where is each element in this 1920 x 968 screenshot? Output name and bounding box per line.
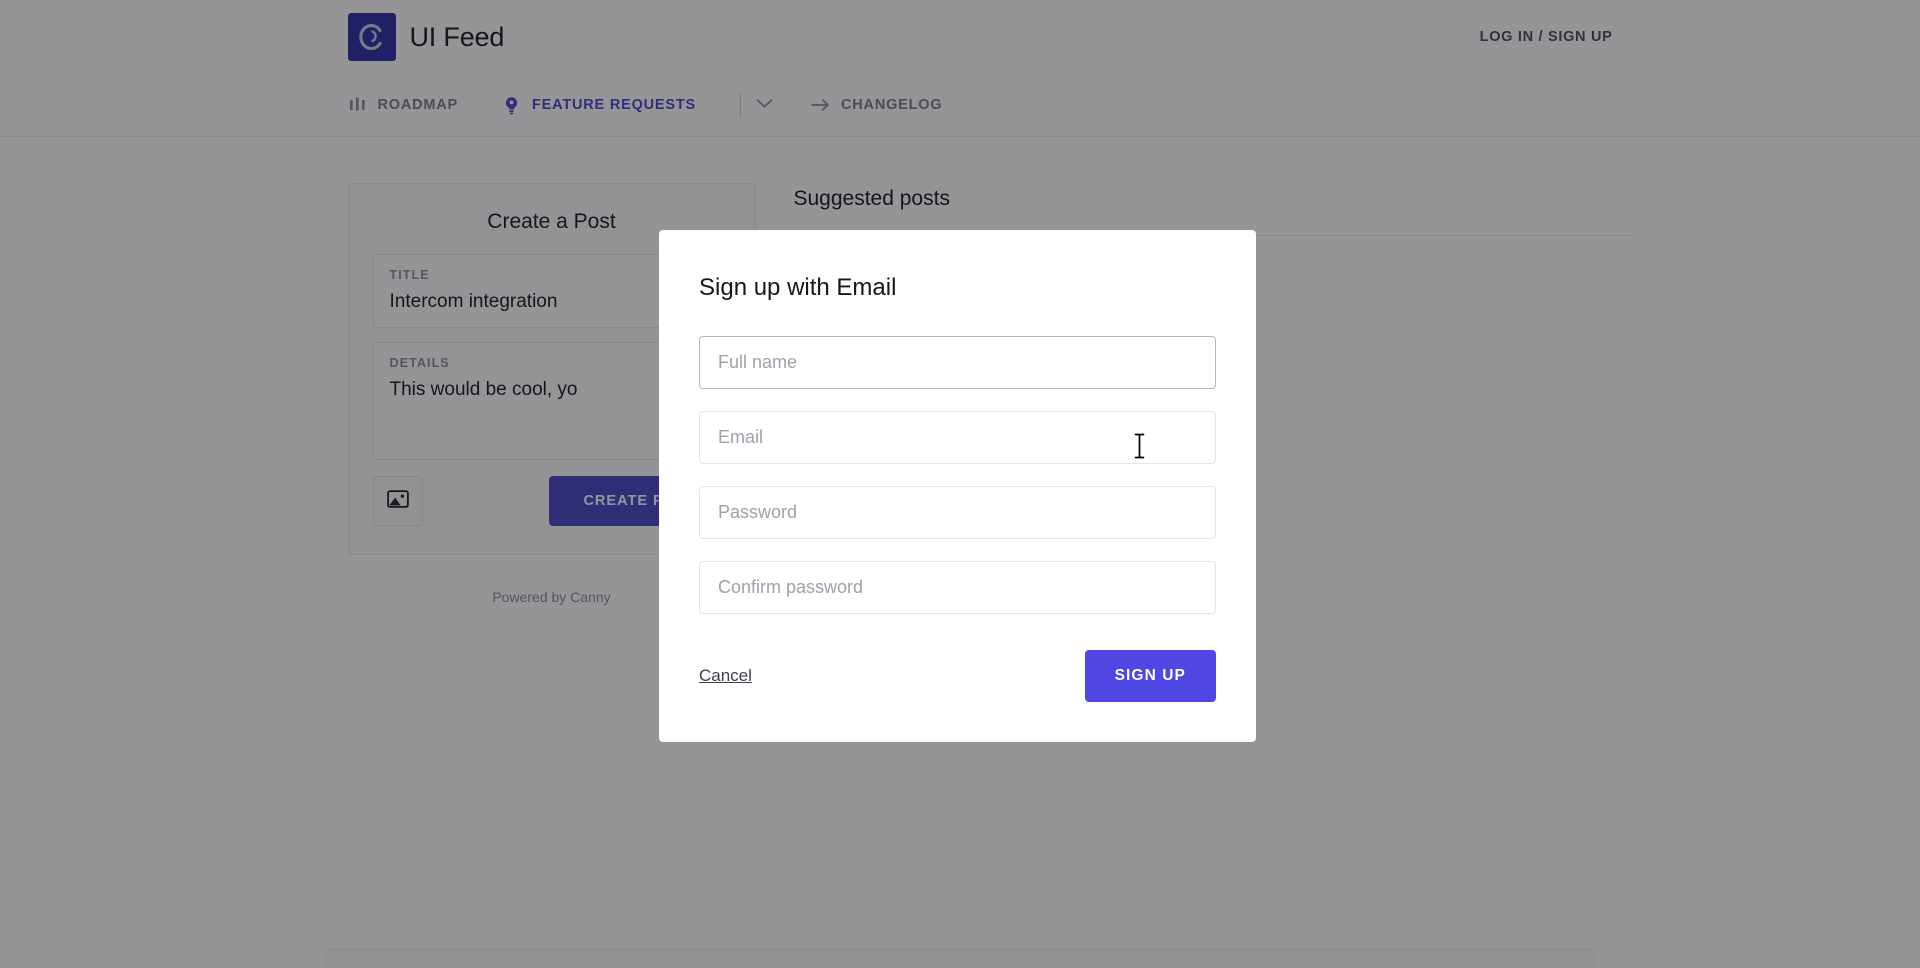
cancel-link[interactable]: Cancel [699,666,752,686]
signup-button[interactable]: SIGN UP [1084,650,1216,702]
signup-modal-title: Sign up with Email [699,274,897,301]
password-input[interactable] [699,486,1216,539]
email-input[interactable] [699,411,1216,464]
signup-modal-actions: Cancel SIGN UP [699,650,1216,702]
confirm-password-input[interactable] [699,561,1216,614]
full-name-input[interactable] [699,336,1216,389]
signup-modal: Sign up with Email Cancel SIGN UP [659,230,1256,742]
